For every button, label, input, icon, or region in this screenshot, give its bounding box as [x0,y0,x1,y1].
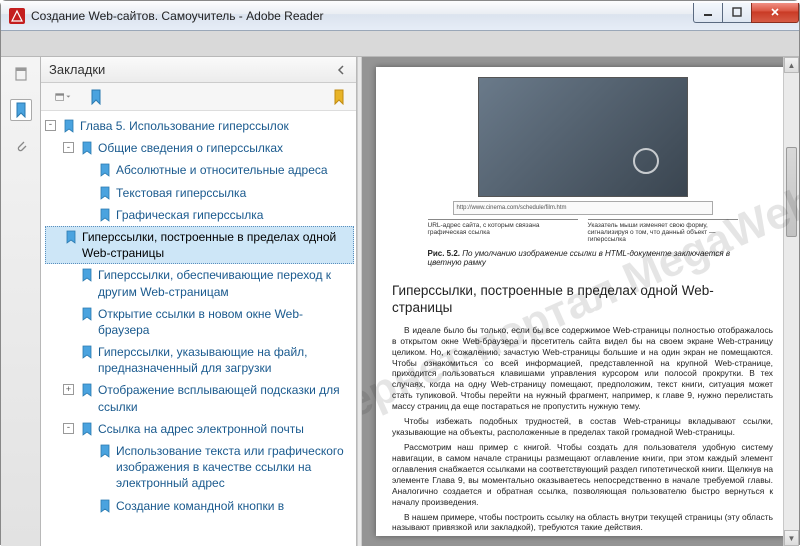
toolbar-strip [1,31,799,57]
expander-placeholder [81,164,92,175]
bookmarks-toolbar [41,83,356,111]
expander-placeholder [81,500,92,511]
bookmark-item[interactable]: - Глава 5. Использование гиперссылок [45,115,354,137]
bookmark-icon [98,444,112,458]
bookmark-icon [80,345,94,359]
bookmark-label: Открытие ссылки в новом окне Web-браузер… [98,306,352,338]
app-icon [9,8,25,24]
expand-icon[interactable]: + [63,384,74,395]
bookmark-icon [64,230,78,244]
bookmark-label: Текстовая гиперссылка [116,185,352,201]
bookmarks-icon[interactable] [10,99,32,121]
bookmarks-title: Закладки [49,62,334,77]
scroll-thumb[interactable] [786,147,797,237]
bookmark-label: Абсолютные и относительные адреса [116,162,352,178]
bookmark-item[interactable]: + Отображение всплывающей подсказки для с… [45,379,354,417]
bookmark-label: Графическая гиперссылка [116,207,352,223]
bookmark-icon [98,186,112,200]
vertical-scrollbar[interactable]: ▲ ▼ [783,57,799,546]
nav-gutter [1,57,41,546]
bookmark-item[interactable]: - Ссылка на адрес электронной почты [45,418,354,440]
bookmark-options-icon[interactable] [47,86,79,108]
attachments-icon[interactable] [10,135,32,157]
expander-placeholder [63,346,74,357]
bookmark-icon [98,499,112,513]
body-paragraph: Чтобы избежать подобных трудностей, в со… [392,416,773,438]
bookmark-label: Общие сведения о гиперссылках [98,140,352,156]
bookmark-label: Отображение всплывающей подсказки для сс… [98,382,352,414]
bookmarks-tree[interactable]: -Глава 5. Использование гиперссылок-Общи… [41,111,356,546]
document-view[interactable]: http://www.cinema.com/schedule/film.htm … [362,57,799,546]
bookmark-icon [80,268,94,282]
figure-annotation-left: URL-адрес сайта, с которым связана графи… [428,219,578,243]
bookmark-item[interactable]: Графическая гиперссылка [45,204,354,226]
window-title: Создание Web-сайтов. Самоучитель - Adobe… [31,9,694,23]
bookmark-icon [80,383,94,397]
minimize-button[interactable] [693,3,723,23]
bookmark-item[interactable]: Использование текста или графического из… [45,440,354,495]
bookmark-label: Использование текста или графического из… [116,443,352,492]
bookmark-icon [80,422,94,436]
body-paragraph: В нашем примере, чтобы построить ссылку … [392,512,773,534]
expander-placeholder [81,187,92,198]
collapse-icon[interactable]: - [63,423,74,434]
window-titlebar: Создание Web-сайтов. Самоучитель - Adobe… [1,1,799,31]
bookmark-icon [80,307,94,321]
collapse-panel-icon[interactable] [334,63,348,77]
bookmarks-header: Закладки [41,57,356,83]
page-heading: Гиперссылки, построенные в пределах одно… [392,283,773,317]
close-button[interactable] [751,3,799,23]
bookmark-icon [62,119,76,133]
bookmark-label: Гиперссылки, построенные в пределах одно… [82,229,352,261]
expander-placeholder [81,445,92,456]
bookmark-item[interactable]: Создание командной кнопки в [45,495,354,517]
bookmark-icon [98,163,112,177]
new-bookmark-icon[interactable] [328,86,350,108]
scroll-down-button[interactable]: ▼ [784,530,799,546]
body-paragraph: Рассмотрим наш пример с книгой. Чтобы со… [392,442,773,508]
collapse-icon[interactable]: - [45,120,56,131]
window-controls [694,3,799,23]
main-area: Закладки -Глава 5. Использование гиперсс… [1,57,799,546]
bookmark-label: Ссылка на адрес электронной почты [98,421,352,437]
bookmark-icon [98,208,112,222]
bookmark-label: Глава 5. Использование гиперссылок [80,118,352,134]
bookmark-item[interactable]: - Общие сведения о гиперссылках [45,137,354,159]
maximize-button[interactable] [722,3,752,23]
figure-image [478,77,688,197]
figure-caption: Рис. 5.2. По умолчанию изображение ссылк… [428,249,738,267]
bookmark-item[interactable]: Гиперссылки, построенные в пределах одно… [45,226,354,264]
expander-placeholder [63,269,74,280]
find-bookmark-icon[interactable] [85,86,107,108]
expander-placeholder [47,231,58,242]
document-page: http://www.cinema.com/schedule/film.htm … [376,67,789,536]
thumbnails-icon[interactable] [10,63,32,85]
bookmark-item[interactable]: Открытие ссылки в новом окне Web-браузер… [45,303,354,341]
body-paragraph: В идеале было бы только, если бы все сод… [392,325,773,412]
figure-annotation-right: Указатель мыши изменяет свою форму, сигн… [588,219,738,243]
bookmark-item[interactable]: Абсолютные и относительные адреса [45,159,354,181]
bookmark-item[interactable]: Гиперссылки, указывающие на файл, предна… [45,341,354,379]
bookmark-item[interactable]: Текстовая гиперссылка [45,182,354,204]
bookmark-label: Гиперссылки, обеспечивающие переход к др… [98,267,352,299]
collapse-icon[interactable]: - [63,142,74,153]
bookmark-icon [80,141,94,155]
bookmark-label: Создание командной кнопки в [116,498,352,514]
scroll-up-button[interactable]: ▲ [784,57,799,73]
bookmark-item[interactable]: Гиперссылки, обеспечивающие переход к др… [45,264,354,302]
figure-url-bar: http://www.cinema.com/schedule/film.htm [453,201,713,215]
expander-placeholder [63,308,74,319]
bookmark-label: Гиперссылки, указывающие на файл, предна… [98,344,352,376]
expander-placeholder [81,209,92,220]
bookmarks-panel: Закладки -Глава 5. Использование гиперсс… [41,57,357,546]
